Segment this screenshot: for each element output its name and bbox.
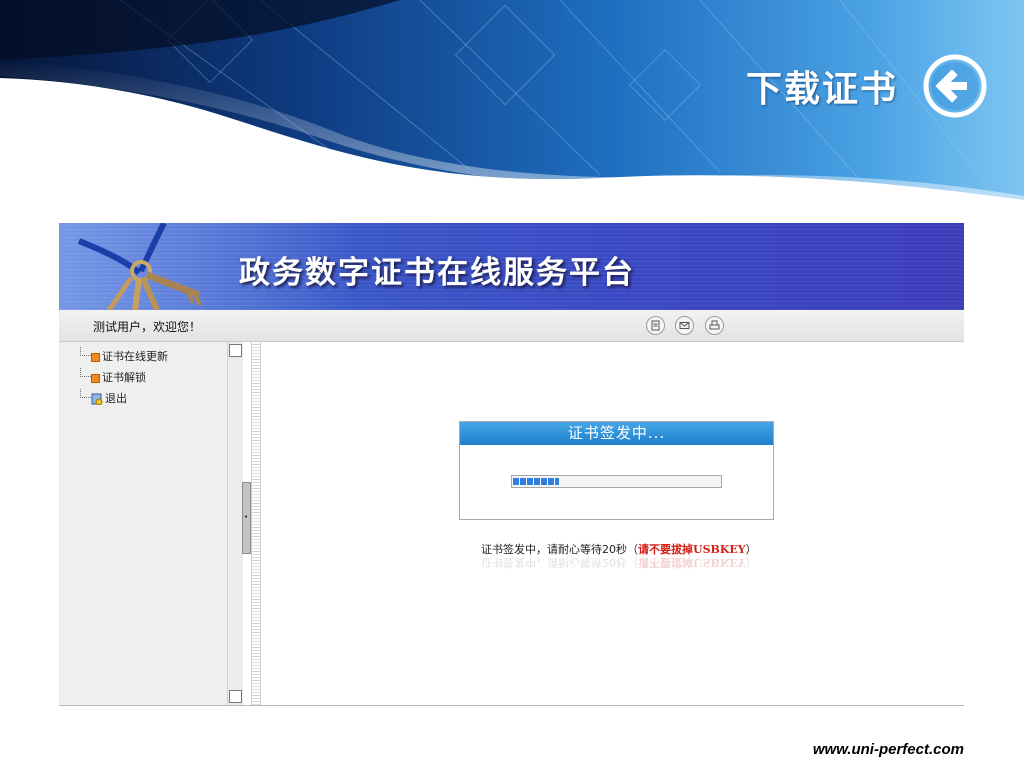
status-reflection: 证书签发中，请耐心等待20秒（请不要拔掉USBKEY）: [481, 556, 757, 569]
tree-item-label: 证书在线更新: [102, 350, 168, 363]
app-title: 政务数字证书在线服务平台: [239, 255, 635, 291]
scroll-down-button[interactable]: [229, 690, 242, 703]
slide-title: 下载证书: [745, 69, 898, 110]
tree-item-cert-unlock[interactable]: 证书解锁: [80, 368, 146, 385]
splitter-collapse-handle[interactable]: ◂: [242, 482, 251, 554]
welcome-text: 测试用户，欢迎您！: [93, 320, 202, 334]
footer-url[interactable]: www.uni-perfect.com: [813, 741, 964, 758]
document-icon[interactable]: [646, 316, 665, 335]
welcome-bar: 测试用户，欢迎您！: [59, 310, 964, 342]
tree-item-label: 退出: [105, 392, 127, 405]
tree-item-exit[interactable]: 退出: [80, 389, 127, 406]
scroll-up-button[interactable]: [229, 344, 242, 357]
dialog-title: 证书签发中...: [460, 422, 773, 445]
print-icon[interactable]: [705, 316, 724, 335]
tree-node-icon: [91, 373, 100, 383]
progress-bar: [511, 475, 722, 488]
tree-item-label: 证书解锁: [102, 371, 146, 384]
back-arrow-icon[interactable]: [919, 53, 991, 119]
sidebar-tree: 证书在线更新 证书解锁 退出: [59, 342, 227, 705]
exit-icon: [91, 393, 103, 405]
app-screenshot: 政务数字证书在线服务平台 测试用户，欢迎您！ 证书在线更新 证书解锁 退出 ◂ …: [59, 223, 964, 706]
tree-node-icon: [91, 352, 100, 362]
app-header: 政务数字证书在线服务平台: [59, 223, 964, 310]
mail-icon[interactable]: [675, 316, 694, 335]
sidebar-scrollbar[interactable]: [227, 342, 243, 705]
progress-fill: [513, 478, 559, 485]
keys-logo-icon: [77, 223, 202, 310]
tree-item-cert-update[interactable]: 证书在线更新: [80, 347, 168, 364]
panel-splitter[interactable]: ◂: [242, 342, 261, 705]
progress-dialog: 证书签发中...: [459, 421, 774, 520]
